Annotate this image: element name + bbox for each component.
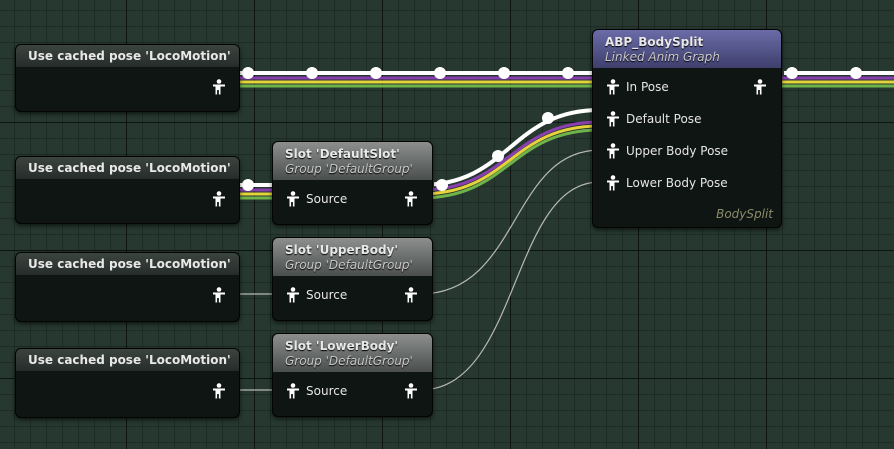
pose-person-icon	[213, 383, 225, 399]
output-pose-pin[interactable]	[212, 191, 226, 207]
pin-label: Upper Body Pose	[626, 144, 729, 158]
node-title: Slot 'UpperBody'	[285, 243, 399, 257]
pin-label: Source	[306, 288, 348, 302]
pose-person-icon	[754, 79, 766, 95]
node-title: Use cached pose 'LocoMotion'	[16, 253, 239, 275]
node-group: Group 'DefaultGroup'	[285, 162, 413, 176]
pin-label: In Pose	[626, 80, 669, 94]
upper-body-pose-pin[interactable]: Upper Body Pose	[606, 143, 728, 159]
node-title: Slot 'LowerBody'	[285, 339, 399, 353]
pose-person-icon	[405, 191, 417, 207]
cached-pose-node[interactable]: Use cached pose 'LocoMotion'	[15, 44, 240, 112]
output-pose-pin[interactable]	[404, 383, 418, 399]
pose-person-icon	[287, 191, 299, 207]
pose-person-icon	[213, 287, 225, 303]
cached-pose-node[interactable]: Use cached pose 'LocoMotion'	[15, 252, 240, 322]
source-input-pin[interactable]: Source	[286, 191, 347, 207]
node-group: Group 'DefaultGroup'	[285, 258, 413, 272]
node-group: Group 'DefaultGroup'	[285, 354, 413, 368]
output-pose-pin[interactable]	[753, 79, 767, 95]
cached-pose-node[interactable]: Use cached pose 'LocoMotion'	[15, 348, 240, 418]
source-input-pin[interactable]: Source	[286, 287, 347, 303]
linked-anim-graph-node[interactable]: ABP_BodySplit Linked Anim Graph In Pose …	[592, 29, 782, 228]
pin-label: Default Pose	[626, 112, 702, 126]
cached-pose-node[interactable]: Use cached pose 'LocoMotion'	[15, 156, 240, 224]
slot-node-lowerbody[interactable]: Slot 'LowerBody' Group 'DefaultGroup' So…	[272, 333, 433, 417]
in-pose-pin[interactable]: In Pose	[606, 79, 669, 95]
pose-person-icon	[607, 79, 619, 95]
node-header: Slot 'UpperBody' Group 'DefaultGroup'	[273, 238, 432, 276]
output-pose-pin[interactable]	[212, 383, 226, 399]
output-pose-pin[interactable]	[212, 287, 226, 303]
pose-person-icon	[607, 111, 619, 127]
pose-person-icon	[405, 383, 417, 399]
pose-person-icon	[213, 191, 225, 207]
wire-upperslot-to-upperbodypose[interactable]	[419, 149, 601, 295]
pose-person-icon	[287, 287, 299, 303]
output-pose-pin[interactable]	[404, 287, 418, 303]
node-title: Use cached pose 'LocoMotion'	[16, 157, 239, 179]
pose-person-icon	[213, 79, 225, 95]
pin-label: Lower Body Pose	[626, 176, 728, 190]
output-pose-pin[interactable]	[212, 79, 226, 95]
node-header: Slot 'LowerBody' Group 'DefaultGroup'	[273, 334, 432, 372]
node-title: Slot 'DefaultSlot'	[285, 147, 400, 161]
node-title: Use cached pose 'LocoMotion'	[16, 45, 239, 67]
node-header: Slot 'DefaultSlot' Group 'DefaultGroup'	[273, 142, 432, 180]
node-title: ABP_BodySplit	[605, 35, 704, 49]
lower-body-pose-pin[interactable]: Lower Body Pose	[606, 175, 728, 191]
default-pose-pin[interactable]: Default Pose	[606, 111, 701, 127]
slot-node-upperbody[interactable]: Slot 'UpperBody' Group 'DefaultGroup' So…	[272, 237, 433, 321]
node-footer-tag: BodySplit	[716, 207, 773, 221]
output-pose-pin[interactable]	[404, 191, 418, 207]
pose-person-icon	[607, 175, 619, 191]
wire-lowerslot-to-lowerbodypose[interactable]	[419, 181, 601, 391]
pin-label: Source	[306, 384, 348, 398]
pose-person-icon	[287, 383, 299, 399]
pose-person-icon	[405, 287, 417, 303]
pin-label: Source	[306, 192, 348, 206]
node-subtitle: Linked Anim Graph	[605, 50, 720, 64]
node-header: ABP_BodySplit Linked Anim Graph	[593, 30, 781, 68]
source-input-pin[interactable]: Source	[286, 383, 347, 399]
node-title: Use cached pose 'LocoMotion'	[16, 349, 239, 371]
pose-person-icon	[607, 143, 619, 159]
slot-node-defaultslot[interactable]: Slot 'DefaultSlot' Group 'DefaultGroup' …	[272, 141, 433, 225]
wire-cached1-to-inpose[interactable]	[228, 71, 600, 88]
